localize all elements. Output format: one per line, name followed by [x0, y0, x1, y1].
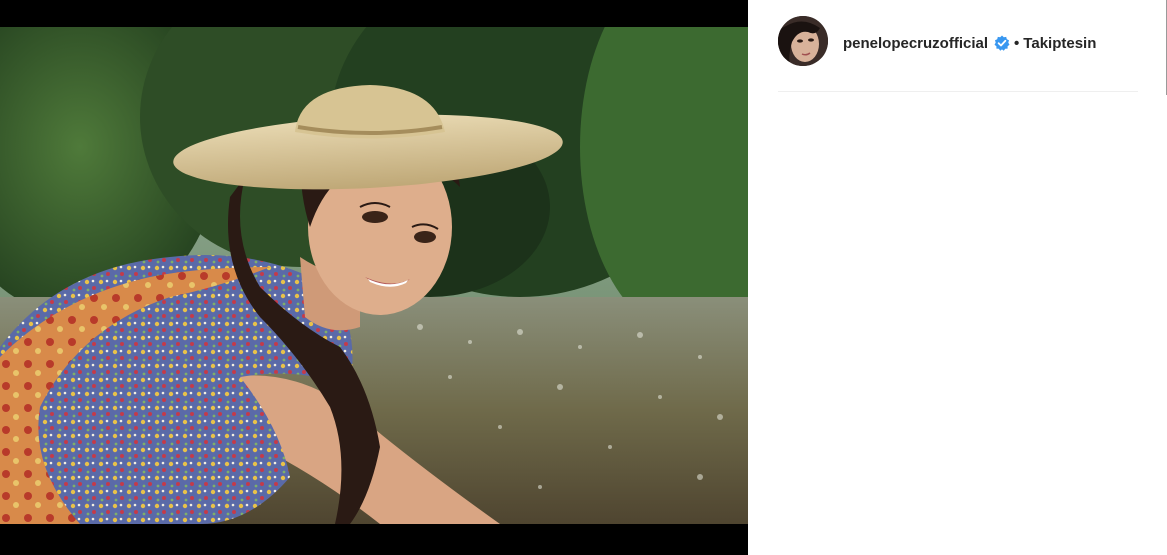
- user-row: penelopecruzofficial • Takiptesin: [843, 32, 1096, 54]
- avatar[interactable]: [778, 16, 828, 66]
- following-status-button[interactable]: Takiptesin: [1023, 35, 1096, 52]
- post-header: penelopecruzofficial • Takiptesin: [748, 0, 1167, 92]
- post-media-panel: [0, 0, 748, 555]
- post-side-panel: penelopecruzofficial • Takiptesin: [748, 0, 1167, 555]
- separator-dot: •: [1014, 34, 1020, 52]
- verified-badge-icon: [994, 35, 1010, 51]
- post-photo[interactable]: [0, 27, 748, 524]
- username-link[interactable]: penelopecruzofficial: [843, 35, 988, 52]
- header-divider: [778, 91, 1138, 92]
